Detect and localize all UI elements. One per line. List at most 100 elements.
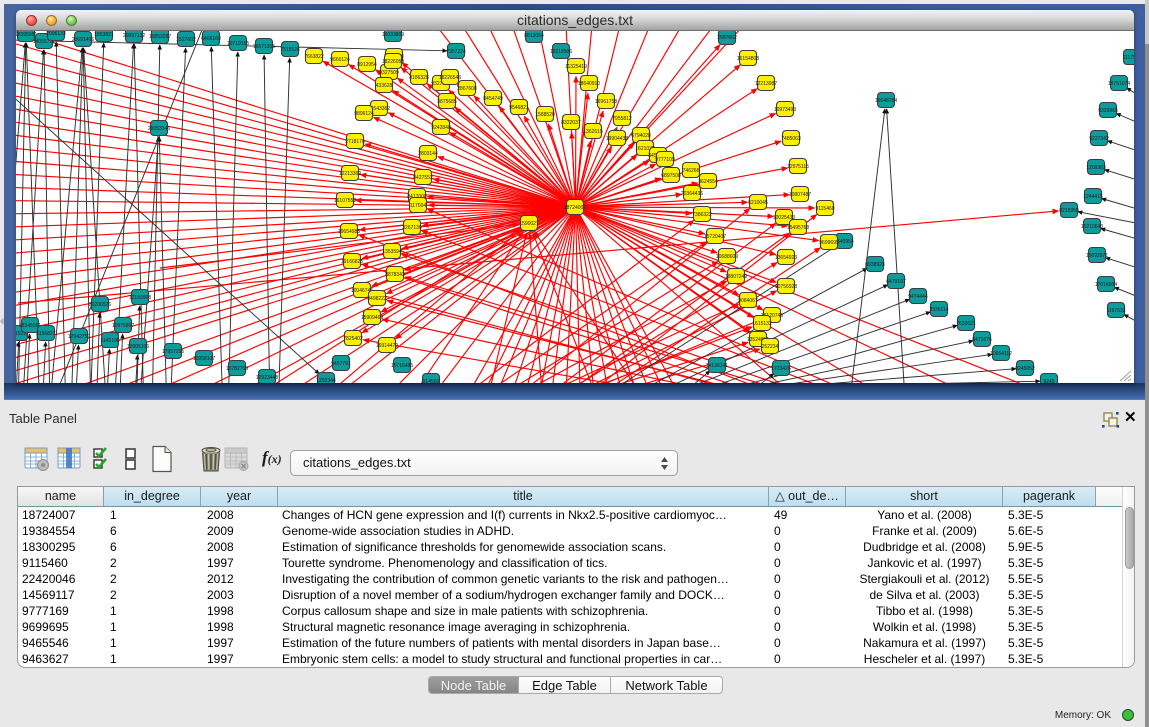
svg-text:12975115: 12975115 [787,164,809,170]
svg-text:16914479: 16914479 [376,343,398,349]
svg-text:8938923: 8938923 [865,262,885,268]
svg-text:18226546: 18226546 [439,75,461,81]
svg-text:1853821: 1853821 [94,32,114,38]
svg-text:20691406: 20691406 [72,37,94,43]
svg-text:9329965: 9329965 [1098,108,1118,114]
svg-text:9777109: 9777109 [655,157,675,163]
svg-text:10782759: 10782759 [226,366,248,372]
svg-text:7663822: 7663822 [304,54,324,60]
svg-text:8471676: 8471676 [972,337,992,343]
svg-text:9896124: 9896124 [354,111,374,117]
svg-text:16961758: 16961758 [595,99,617,105]
svg-text:1156827: 1156827 [36,331,55,337]
svg-text:9660124: 9660124 [330,57,350,63]
svg-text:20364436: 20364436 [681,191,703,197]
svg-text:6466160: 6466160 [201,36,221,42]
svg-text:3267130: 3267130 [402,225,422,231]
svg-text:7825402: 7825402 [343,336,363,342]
svg-text:15692971: 15692971 [1086,253,1108,259]
svg-text:10719155: 10719155 [227,41,249,47]
svg-text:13654923: 13654923 [775,255,797,261]
svg-text:12159908: 12159908 [129,295,151,301]
svg-text:914560: 914560 [423,379,440,383]
svg-text:19166825: 19166825 [341,259,363,265]
svg-text:10807487: 10807487 [789,192,811,198]
svg-text:2803144: 2803144 [418,151,438,157]
svg-text:7515526: 7515526 [280,47,300,53]
svg-text:2935114: 2935114 [929,307,948,313]
svg-text:1527602: 1527602 [176,37,196,43]
svg-text:17016504: 17016504 [1095,282,1117,288]
svg-text:9699695: 9699695 [819,240,839,246]
svg-text:6897508: 6897508 [661,173,681,179]
svg-text:433628: 433628 [376,83,393,89]
svg-text:8912954: 8912954 [357,62,377,68]
svg-text:16107552: 16107552 [334,198,356,204]
svg-text:12942757: 12942757 [68,334,90,340]
svg-text:12213369: 12213369 [339,171,361,177]
svg-text:9546821: 9546821 [509,105,529,111]
svg-text:7357224: 7357224 [446,49,466,55]
svg-text:2096133: 2096133 [46,31,66,37]
svg-text:15751074: 15751074 [1108,81,1130,87]
svg-text:10973493: 10973493 [774,107,796,113]
svg-text:20897132: 20897132 [123,33,145,39]
svg-text:8186328: 8186328 [409,75,429,81]
svg-text:1590027: 1590027 [519,221,539,227]
svg-text:14136141: 14136141 [706,363,728,369]
svg-text:2867608: 2867608 [457,86,477,92]
svg-text:16671355: 16671355 [253,44,275,50]
svg-text:18640910: 18640910 [578,81,600,87]
svg-text:9474444: 9474444 [908,294,928,300]
svg-text:9227342: 9227342 [1089,136,1109,142]
svg-text:8813054: 8813054 [524,33,544,39]
svg-text:16033809: 16033809 [382,32,404,38]
svg-text:18395981: 18395981 [16,32,37,38]
svg-text:746266: 746266 [683,168,700,174]
svg-text:10654112: 10654112 [990,351,1012,357]
svg-text:9245: 9245 [1043,379,1054,383]
svg-text:10756928: 10756928 [775,284,797,290]
svg-text:15495768: 15495768 [787,225,809,231]
svg-text:9084067: 9084067 [738,298,758,304]
svg-text:8427552: 8427552 [413,175,433,181]
svg-text:1167533: 1167533 [1106,308,1125,314]
svg-text:7386322: 7386322 [692,212,712,218]
svg-text:10688609: 10688609 [716,254,738,260]
svg-text:8878342: 8878342 [385,272,405,278]
svg-text:9245052: 9245052 [1015,366,1035,372]
svg-text:15909469: 15909469 [361,315,383,321]
svg-text:3624554: 3624554 [698,179,718,185]
svg-text:7955812: 7955812 [612,116,632,122]
svg-text:252234: 252234 [762,344,779,350]
svg-text:15720407: 15720407 [704,234,726,240]
svg-text:1145190: 1145190 [100,338,119,344]
svg-text:117004: 117004 [410,203,427,209]
svg-text:3875685: 3875685 [437,99,457,105]
svg-text:16210643: 16210643 [1081,224,1103,230]
svg-text:7485063: 7485063 [781,136,801,142]
svg-text:6210045: 6210045 [748,200,768,206]
svg-text:17957255: 17957255 [162,349,184,355]
svg-text:1588520: 1588520 [535,112,555,118]
svg-text:9242848: 9242848 [431,125,451,131]
svg-text:6794028: 6794028 [631,133,651,139]
svg-text:2718176: 2718176 [345,139,365,145]
svg-text:2687662: 2687662 [717,35,737,41]
svg-text:16154808: 16154808 [737,56,759,62]
svg-text:1353594: 1353594 [382,249,402,255]
svg-text:11325419: 11325419 [565,64,587,70]
svg-text:19218506: 19218506 [550,49,572,55]
svg-text:12905105: 12905105 [127,344,149,350]
svg-text:9327509: 9327509 [379,70,399,76]
svg-text:9115460: 9115460 [815,206,834,212]
svg-text:8215958: 8215958 [1059,208,1079,214]
svg-text:8454749: 8454749 [483,96,503,102]
svg-text:10853287: 10853287 [149,34,171,40]
svg-text:6479197: 6479197 [886,279,906,285]
svg-text:10958107: 10958107 [193,356,215,362]
svg-text:19904438: 19904438 [606,136,628,142]
svg-text:9457791: 9457791 [331,361,351,367]
svg-text:16648784: 16648784 [875,98,897,104]
svg-text:1117534: 1117534 [1123,55,1134,61]
